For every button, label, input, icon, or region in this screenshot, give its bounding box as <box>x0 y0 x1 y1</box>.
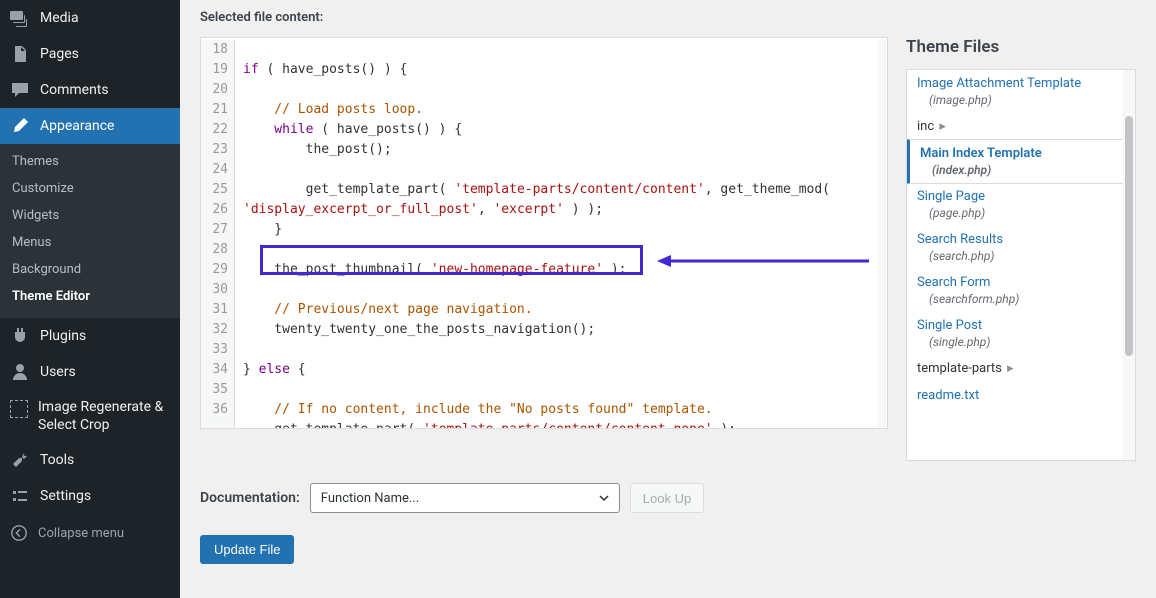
file-readme[interactable]: readme.txt <box>907 382 1135 409</box>
sidebar-item-label: Image Regenerate & Select Crop <box>38 398 170 434</box>
documentation-select[interactable]: Function Name... <box>310 483 620 513</box>
appearance-submenu: Themes Customize Widgets Menus Backgroun… <box>0 144 180 318</box>
submenu-widgets[interactable]: Widgets <box>0 202 180 229</box>
admin-sidebar: Media Pages Comments Appearance Themes C… <box>0 0 180 598</box>
file-single-page[interactable]: Single Page (page.php) <box>907 183 1135 226</box>
sidebar-item-settings[interactable]: Settings <box>0 478 180 514</box>
sidebar-item-comments[interactable]: Comments <box>0 72 180 108</box>
sidebar-item-image-regenerate[interactable]: Image Regenerate & Select Crop <box>0 390 180 442</box>
dir-inc[interactable]: inc ▸ <box>907 113 1135 140</box>
chevron-right-icon: ▸ <box>1007 361 1014 376</box>
submenu-theme-editor[interactable]: Theme Editor <box>0 283 180 310</box>
submenu-background[interactable]: Background <box>0 256 180 283</box>
file-image-attachment[interactable]: Image Attachment Template (image.php) <box>907 70 1135 113</box>
scrollbar-thumb[interactable] <box>1125 116 1133 356</box>
code-lines[interactable]: if ( have_posts() ) { // Load posts loop… <box>235 40 838 429</box>
lookup-button[interactable]: Look Up <box>630 483 704 513</box>
submenu-themes[interactable]: Themes <box>0 148 180 175</box>
file-main-index[interactable]: Main Index Template (index.php) <box>906 139 1136 184</box>
theme-files-list[interactable]: Image Attachment Template (image.php) in… <box>906 69 1136 461</box>
chevron-right-icon: ▸ <box>939 119 946 134</box>
plugins-icon <box>10 326 30 346</box>
theme-files-scrollbar[interactable] <box>1123 70 1135 460</box>
sidebar-item-label: Comments <box>40 82 109 98</box>
selected-file-content-label: Selected file content: <box>200 0 1136 37</box>
collapse-icon <box>10 524 28 542</box>
comments-icon <box>10 80 30 100</box>
sidebar-item-label: Appearance <box>40 118 114 134</box>
users-icon <box>10 362 30 382</box>
file-single-post[interactable]: Single Post (single.php) <box>907 312 1135 355</box>
theme-files-panel: Theme Files Image Attachment Template (i… <box>906 37 1136 461</box>
file-search-form[interactable]: Search Form (searchform.php) <box>907 269 1135 312</box>
chevron-down-icon <box>597 491 611 505</box>
sidebar-item-label: Plugins <box>40 328 86 344</box>
sidebar-item-plugins[interactable]: Plugins <box>0 318 180 354</box>
image-regenerate-icon <box>10 400 28 418</box>
appearance-icon <box>10 116 30 136</box>
documentation-row: Documentation: Function Name... Look Up <box>200 483 1136 513</box>
submenu-customize[interactable]: Customize <box>0 175 180 202</box>
sidebar-item-media[interactable]: Media <box>0 0 180 36</box>
sidebar-item-users[interactable]: Users <box>0 354 180 390</box>
media-icon <box>10 8 30 28</box>
code-scrollbar[interactable] <box>878 39 886 427</box>
main-content: Selected file content: 18 19 20 21 22 23… <box>180 0 1156 598</box>
sidebar-item-label: Users <box>40 364 76 380</box>
pages-icon <box>10 44 30 64</box>
sidebar-item-appearance[interactable]: Appearance <box>0 108 180 144</box>
line-gutter: 18 19 20 21 22 23 24 25 26 27 28 29 30 3… <box>201 40 235 429</box>
collapse-menu[interactable]: Collapse menu <box>0 514 180 552</box>
dir-template-parts[interactable]: template-parts ▸ <box>907 355 1135 382</box>
sidebar-item-label: Pages <box>40 46 79 62</box>
update-file-button[interactable]: Update File <box>200 535 294 564</box>
sidebar-item-label: Tools <box>40 452 74 468</box>
submenu-menus[interactable]: Menus <box>0 229 180 256</box>
tools-icon <box>10 450 30 470</box>
documentation-label: Documentation: <box>200 490 300 506</box>
sidebar-item-label: Settings <box>40 488 91 504</box>
settings-icon <box>10 486 30 506</box>
file-search-results[interactable]: Search Results (search.php) <box>907 226 1135 269</box>
code-editor[interactable]: 18 19 20 21 22 23 24 25 26 27 28 29 30 3… <box>200 37 888 429</box>
sidebar-item-tools[interactable]: Tools <box>0 442 180 478</box>
sidebar-item-pages[interactable]: Pages <box>0 36 180 72</box>
theme-files-title: Theme Files <box>906 37 1136 57</box>
sidebar-item-label: Media <box>40 10 79 26</box>
